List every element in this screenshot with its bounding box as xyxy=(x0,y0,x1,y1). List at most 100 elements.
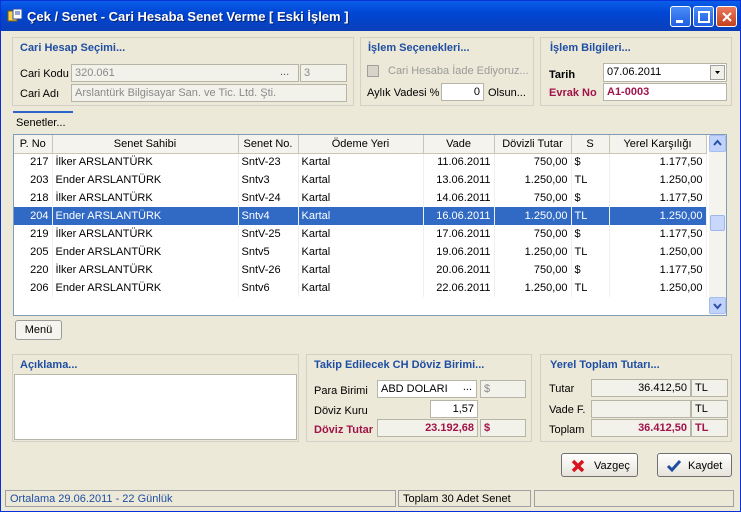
tarih-label: Tarih xyxy=(549,69,576,81)
cell-pno: 219 xyxy=(14,225,53,243)
tab-senetler[interactable]: Senetler... xyxy=(13,111,73,131)
table-row-selected[interactable]: 204 Ender ARSLANTÜRK Sntv4 Kartal 16.06.… xyxy=(14,207,707,225)
toplam-field: 36.412,50 xyxy=(591,419,691,437)
cell-dovizli-tutar: 750,00 xyxy=(494,261,572,279)
doviz-tutar-field: 23.192,68 xyxy=(377,419,478,437)
doviz-tutar-symbol: $ xyxy=(480,419,526,437)
islem-bilgi-panel: İşlem Bilgileri... Tarih 07.06.2011 Evra… xyxy=(540,37,732,106)
vertical-scrollbar[interactable] xyxy=(709,135,726,315)
evrak-field[interactable]: A1-0003 xyxy=(603,83,727,101)
scroll-up-button[interactable] xyxy=(709,135,726,152)
evrak-label: Evrak No xyxy=(549,87,597,99)
cell-vade: 11.06.2011 xyxy=(423,153,495,171)
cari-adi-field[interactable]: Arslantürk Bilgisayar San. ve Tic. Ltd. … xyxy=(71,84,347,102)
cari-kod-number[interactable]: 3 xyxy=(300,64,347,82)
cell-yerel: 1.250,00 xyxy=(609,279,707,297)
tarih-dropdown-button[interactable] xyxy=(710,65,725,80)
cell-yerel: 1.250,00 xyxy=(609,207,707,225)
cell-dovizli-tutar: 1.250,00 xyxy=(494,171,572,189)
cell-yerel: 1.177,50 xyxy=(609,153,707,171)
cari-panel: Cari Hesap Seçimi... Cari Kodu 320.061 .… xyxy=(12,37,354,106)
cell-pno: 205 xyxy=(14,243,53,261)
cari-kod-field[interactable]: 320.061 xyxy=(71,64,299,82)
para-birimi-value: ABD DOLARI xyxy=(381,383,448,395)
column-header[interactable]: Dövizli Tutar xyxy=(494,135,572,154)
column-header[interactable]: Vade xyxy=(423,135,495,154)
tarih-field[interactable]: 07.06.2011 xyxy=(603,63,727,82)
table-row[interactable]: 217 İlker ARSLANTÜRK SntV-23 Kartal 11.0… xyxy=(14,153,707,171)
iade-label: Cari Hesaba İade Ediyoruz... xyxy=(388,65,529,77)
cell-senet-no: SntV-26 xyxy=(238,261,299,279)
islem-bilgi-heading: İşlem Bilgileri... xyxy=(550,42,631,54)
cell-odeme-yeri: Kartal xyxy=(298,207,424,225)
iade-checkbox[interactable] xyxy=(367,65,379,77)
scroll-down-button[interactable] xyxy=(709,297,726,314)
cell-pno: 218 xyxy=(14,189,53,207)
toplam-label: Toplam xyxy=(549,424,585,436)
table-row[interactable]: 205 Ender ARSLANTÜRK Sntv5 Kartal 19.06.… xyxy=(14,243,707,261)
senet-table: P. No Senet Sahibi Senet No. Ödeme Yeri … xyxy=(14,135,707,297)
column-header[interactable]: Yerel Karşılığı xyxy=(609,135,707,154)
title-bar[interactable]: Çek / Senet - Cari Hesaba Senet Verme [ … xyxy=(1,1,740,31)
olsun-label: Olsun... xyxy=(488,87,526,99)
cell-yerel: 1.177,50 xyxy=(609,189,707,207)
cell-dovizli-tutar: 750,00 xyxy=(494,189,572,207)
doviz-kuru-label: Döviz Kuru xyxy=(314,405,368,417)
column-header[interactable]: P. No xyxy=(14,135,53,154)
cell-senet-no: Sntv5 xyxy=(238,243,299,261)
table-row[interactable]: 218 İlker ARSLANTÜRK SntV-24 Kartal 14.0… xyxy=(14,189,707,207)
yerel-tutar-field: 36.412,50 xyxy=(591,379,691,397)
yerel-panel: Yerel Toplam Tutarı... Tutar 36.412,50 T… xyxy=(540,354,732,442)
cell-s: $ xyxy=(571,225,610,243)
vade-field[interactable]: 0 xyxy=(441,83,484,101)
cell-odeme-yeri: Kartal xyxy=(298,153,424,171)
main-window: Çek / Senet - Cari Hesaba Senet Verme [ … xyxy=(0,0,741,512)
minimize-button[interactable] xyxy=(670,6,691,27)
para-birimi-field[interactable]: ABD DOLARI ... xyxy=(377,380,477,398)
kaydet-label: Kaydet xyxy=(688,460,723,472)
menu-button[interactable]: Menü xyxy=(15,320,62,340)
column-header[interactable]: Senet No. xyxy=(238,135,299,154)
vade-f-currency: TL xyxy=(691,400,728,418)
para-birimi-browse-button[interactable]: ... xyxy=(463,381,472,393)
cell-sahibi: Ender ARSLANTÜRK xyxy=(52,279,239,297)
cell-s: TL xyxy=(571,171,610,189)
kaydet-button[interactable]: Kaydet xyxy=(657,453,732,477)
yerel-tutar-currency: TL xyxy=(691,379,728,397)
cari-kod-label: Cari Kodu xyxy=(20,68,69,80)
cell-vade: 17.06.2011 xyxy=(423,225,495,243)
vazgec-button[interactable]: Vazgeç xyxy=(561,453,638,477)
cell-s: TL xyxy=(571,243,610,261)
column-header[interactable]: S xyxy=(571,135,610,154)
doviz-heading: Takip Edilecek CH Döviz Birimi... xyxy=(314,359,485,371)
column-header[interactable]: Ödeme Yeri xyxy=(298,135,424,154)
vade-f-field xyxy=(591,400,691,418)
cari-kod-browse-button[interactable]: ... xyxy=(280,66,289,78)
doviz-kuru-field[interactable]: 1,57 xyxy=(430,400,478,418)
cell-yerel: 1.250,00 xyxy=(609,171,707,189)
cell-dovizli-tutar: 750,00 xyxy=(494,153,572,171)
maximize-button[interactable] xyxy=(693,6,714,27)
senet-grid[interactable]: P. No Senet Sahibi Senet No. Ödeme Yeri … xyxy=(13,134,727,316)
tarih-value: 07.06.2011 xyxy=(607,66,662,78)
table-header: P. No Senet Sahibi Senet No. Ödeme Yeri … xyxy=(14,135,707,154)
cell-pno: 206 xyxy=(14,279,53,297)
status-toplam: Toplam 30 Adet Senet xyxy=(398,490,531,507)
cell-sahibi: İlker ARSLANTÜRK xyxy=(52,153,239,171)
cell-senet-no: SntV-23 xyxy=(238,153,299,171)
column-header[interactable]: Senet Sahibi xyxy=(52,135,239,154)
table-row[interactable]: 220 İlker ARSLANTÜRK SntV-26 Kartal 20.0… xyxy=(14,261,707,279)
table-row[interactable]: 219 İlker ARSLANTÜRK SntV-25 Kartal 17.0… xyxy=(14,225,707,243)
aciklama-heading: Açıklama... xyxy=(20,359,78,371)
status-ortalama: Ortalama 29.06.2011 - 22 Günlük xyxy=(5,490,396,507)
table-row[interactable]: 206 Ender ARSLANTÜRK Sntv6 Kartal 22.06.… xyxy=(14,279,707,297)
aciklama-textarea[interactable] xyxy=(14,374,297,440)
chevron-down-icon xyxy=(713,303,722,310)
cell-odeme-yeri: Kartal xyxy=(298,243,424,261)
cell-vade: 22.06.2011 xyxy=(423,279,495,297)
cell-vade: 13.06.2011 xyxy=(423,171,495,189)
scroll-thumb[interactable] xyxy=(710,215,725,231)
cell-odeme-yeri: Kartal xyxy=(298,189,424,207)
close-button[interactable] xyxy=(716,6,737,27)
table-row[interactable]: 203 Ender ARSLANTÜRK Sntv3 Kartal 13.06.… xyxy=(14,171,707,189)
